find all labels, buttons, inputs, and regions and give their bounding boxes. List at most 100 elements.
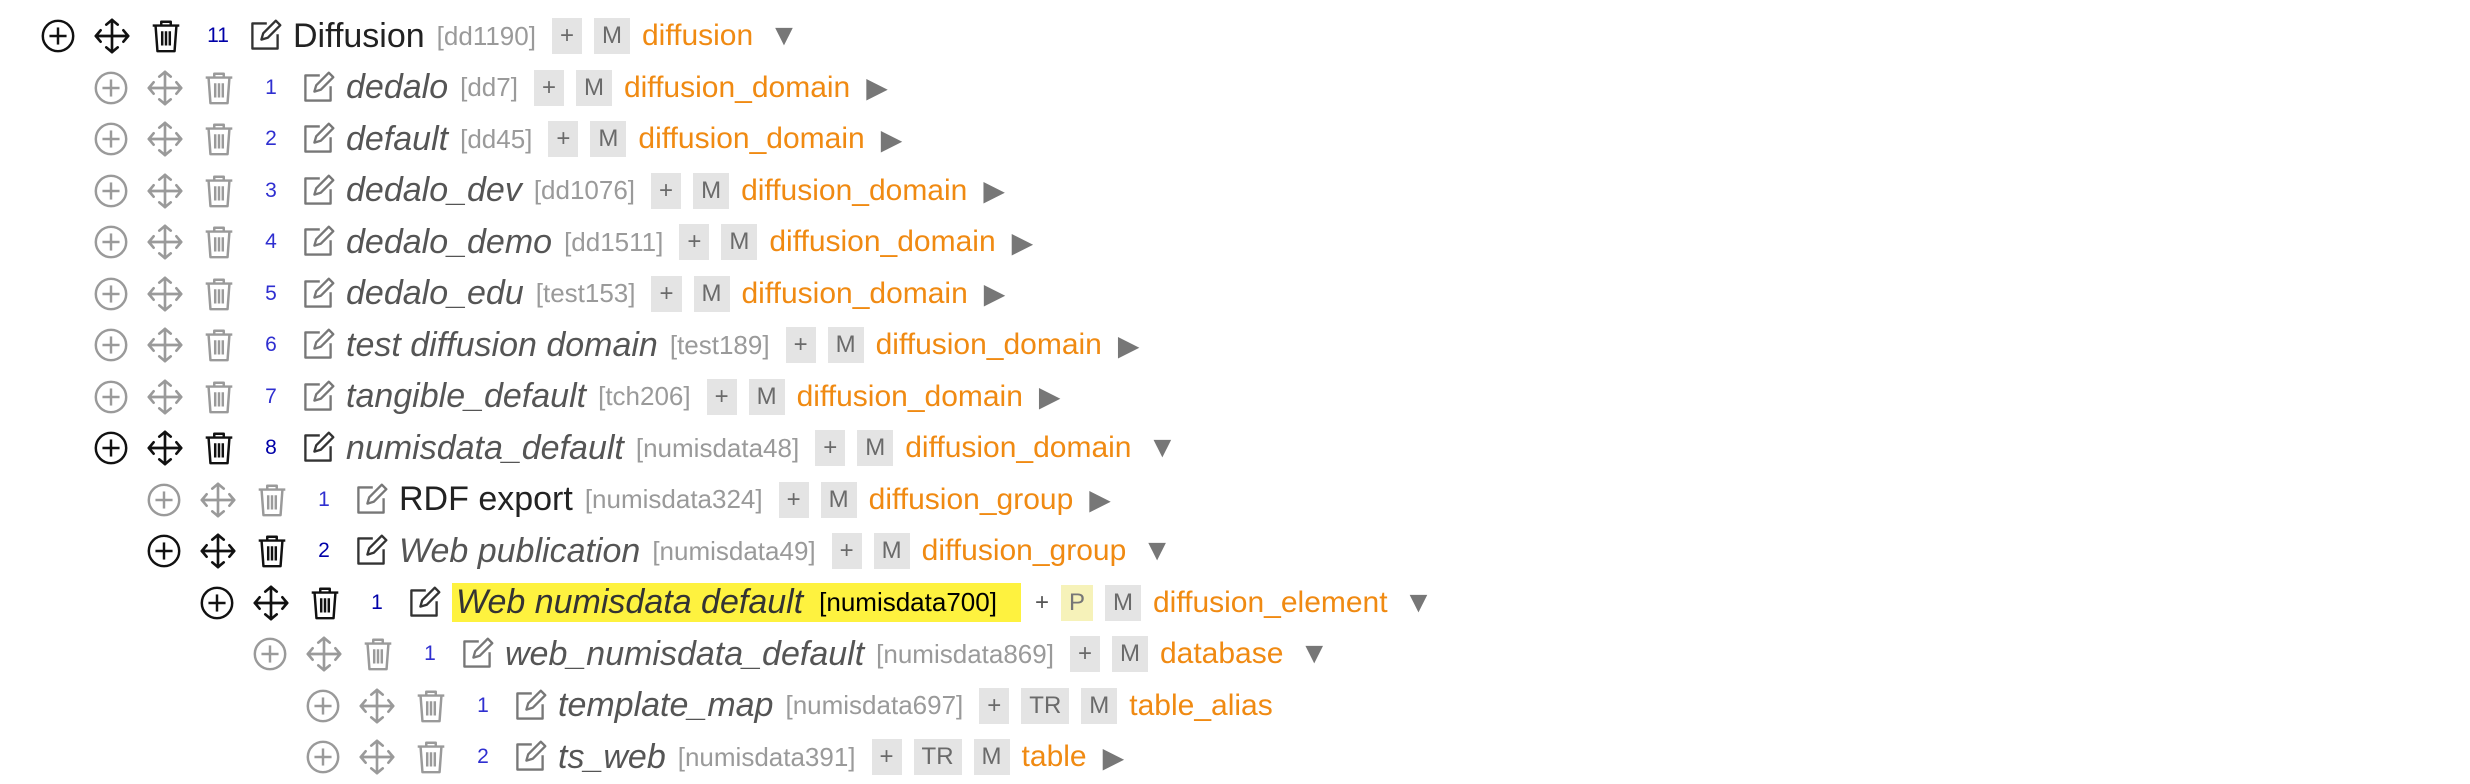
add-circle-icon[interactable] — [86, 63, 136, 113]
move-icon[interactable] — [140, 269, 190, 319]
badge-p-button[interactable]: P — [1060, 584, 1093, 621]
edit-icon[interactable] — [457, 632, 497, 676]
term-label[interactable]: dedalo_edu — [346, 274, 524, 313]
term-label[interactable]: dedalo — [346, 68, 448, 107]
expand-arrow-icon[interactable]: ▶ — [1039, 380, 1061, 413]
add-circle-icon[interactable] — [86, 423, 136, 473]
badge-add-button[interactable]: + — [651, 172, 682, 209]
collapse-arrow-icon[interactable]: ▼ — [1404, 586, 1434, 620]
add-circle-icon[interactable] — [192, 578, 242, 628]
move-icon[interactable] — [140, 63, 190, 113]
expand-arrow-icon[interactable]: ▶ — [1103, 741, 1125, 774]
edit-icon[interactable] — [298, 426, 338, 470]
trash-icon[interactable] — [247, 526, 297, 576]
term-label[interactable]: test diffusion domain — [346, 326, 658, 365]
move-icon[interactable] — [140, 372, 190, 422]
add-circle-icon[interactable] — [86, 217, 136, 267]
badge-add-button[interactable]: + — [548, 121, 579, 157]
add-circle-icon[interactable] — [139, 526, 189, 576]
badge-add-button[interactable]: + — [979, 687, 1010, 724]
move-icon[interactable] — [299, 629, 349, 679]
badge-m-button[interactable]: M — [820, 481, 857, 518]
trash-icon[interactable] — [194, 269, 244, 319]
badge-m-button[interactable]: M — [693, 172, 730, 209]
trash-icon[interactable] — [194, 423, 244, 473]
add-circle-icon[interactable] — [298, 681, 348, 731]
add-circle-icon[interactable] — [298, 732, 348, 782]
add-circle-icon[interactable] — [86, 269, 136, 319]
term-label[interactable]: default — [346, 120, 448, 159]
expand-arrow-icon[interactable]: ▶ — [984, 277, 1006, 310]
trash-icon[interactable] — [194, 166, 244, 216]
move-icon[interactable] — [140, 166, 190, 216]
move-icon[interactable] — [352, 732, 402, 782]
term-label[interactable]: Diffusion — [293, 17, 425, 56]
badge-add-button[interactable]: + — [551, 18, 582, 54]
edit-icon[interactable] — [298, 169, 338, 213]
edit-icon[interactable] — [510, 735, 550, 779]
add-circle-icon[interactable] — [245, 629, 295, 679]
collapse-arrow-icon[interactable]: ▼ — [1148, 431, 1178, 465]
trash-icon[interactable] — [300, 578, 350, 628]
badge-add-button[interactable]: + — [1069, 636, 1100, 672]
expand-arrow-icon[interactable]: ▶ — [866, 71, 888, 104]
edit-icon[interactable] — [298, 272, 338, 316]
term-label[interactable]: dedalo_demo — [346, 223, 552, 262]
edit-icon[interactable] — [298, 323, 338, 367]
badge-add-button[interactable]: + — [785, 327, 816, 363]
trash-icon[interactable] — [194, 217, 244, 267]
move-icon[interactable] — [140, 320, 190, 370]
term-label[interactable]: web_numisdata_default — [505, 635, 864, 674]
badge-m-button[interactable]: M — [593, 18, 630, 54]
add-circle-icon[interactable] — [86, 320, 136, 370]
badge-m-button[interactable]: M — [748, 378, 785, 415]
move-icon[interactable] — [140, 114, 190, 164]
trash-icon[interactable] — [406, 732, 456, 782]
add-circle-icon[interactable] — [86, 166, 136, 216]
move-icon[interactable] — [193, 475, 243, 525]
term-label[interactable]: dedalo_dev — [346, 171, 522, 210]
badge-add-button[interactable]: + — [651, 275, 682, 312]
badge-m-button[interactable]: M — [873, 533, 910, 569]
edit-icon[interactable] — [298, 117, 338, 161]
badge-tr-button[interactable]: TR — [1021, 687, 1070, 724]
add-circle-icon[interactable] — [86, 114, 136, 164]
badge-m-button[interactable]: M — [693, 275, 730, 312]
badge-add-button[interactable]: + — [533, 69, 564, 106]
add-circle-icon[interactable] — [139, 475, 189, 525]
edit-icon[interactable] — [510, 684, 550, 728]
move-icon[interactable] — [87, 11, 137, 61]
trash-icon[interactable] — [247, 475, 297, 525]
edit-icon[interactable] — [298, 66, 338, 110]
expand-arrow-icon[interactable]: ▶ — [983, 174, 1005, 207]
trash-icon[interactable] — [353, 629, 403, 679]
badge-m-button[interactable]: M — [590, 121, 627, 157]
badge-add-button[interactable]: + — [871, 739, 902, 775]
trash-icon[interactable] — [141, 11, 191, 61]
edit-icon[interactable] — [298, 375, 338, 419]
trash-icon[interactable] — [194, 372, 244, 422]
trash-icon[interactable] — [406, 681, 456, 731]
term-label[interactable]: Web publication — [399, 532, 640, 571]
badge-m-button[interactable]: M — [1081, 687, 1118, 724]
trash-icon[interactable] — [194, 63, 244, 113]
collapse-arrow-icon[interactable]: ▼ — [769, 19, 799, 53]
move-icon[interactable] — [140, 217, 190, 267]
badge-add-button[interactable]: + — [706, 378, 737, 415]
edit-icon[interactable] — [245, 14, 285, 58]
badge-m-button[interactable]: M — [1104, 584, 1141, 621]
badge-m-button[interactable]: M — [827, 327, 864, 363]
badge-add-button[interactable]: + — [778, 481, 809, 518]
move-icon[interactable] — [140, 423, 190, 473]
badge-add-button[interactable]: + — [679, 224, 710, 260]
add-circle-icon[interactable] — [86, 372, 136, 422]
collapse-arrow-icon[interactable]: ▼ — [1299, 637, 1329, 671]
term-label[interactable]: RDF export — [399, 480, 573, 519]
badge-add-button[interactable]: + — [831, 533, 862, 569]
badge-m-button[interactable]: M — [575, 69, 612, 106]
badge-m-button[interactable]: M — [721, 224, 758, 260]
badge-add-button[interactable]: + — [1033, 588, 1051, 618]
move-icon[interactable] — [352, 681, 402, 731]
edit-icon[interactable] — [351, 478, 391, 522]
term-label[interactable]: ts_web — [558, 738, 666, 777]
